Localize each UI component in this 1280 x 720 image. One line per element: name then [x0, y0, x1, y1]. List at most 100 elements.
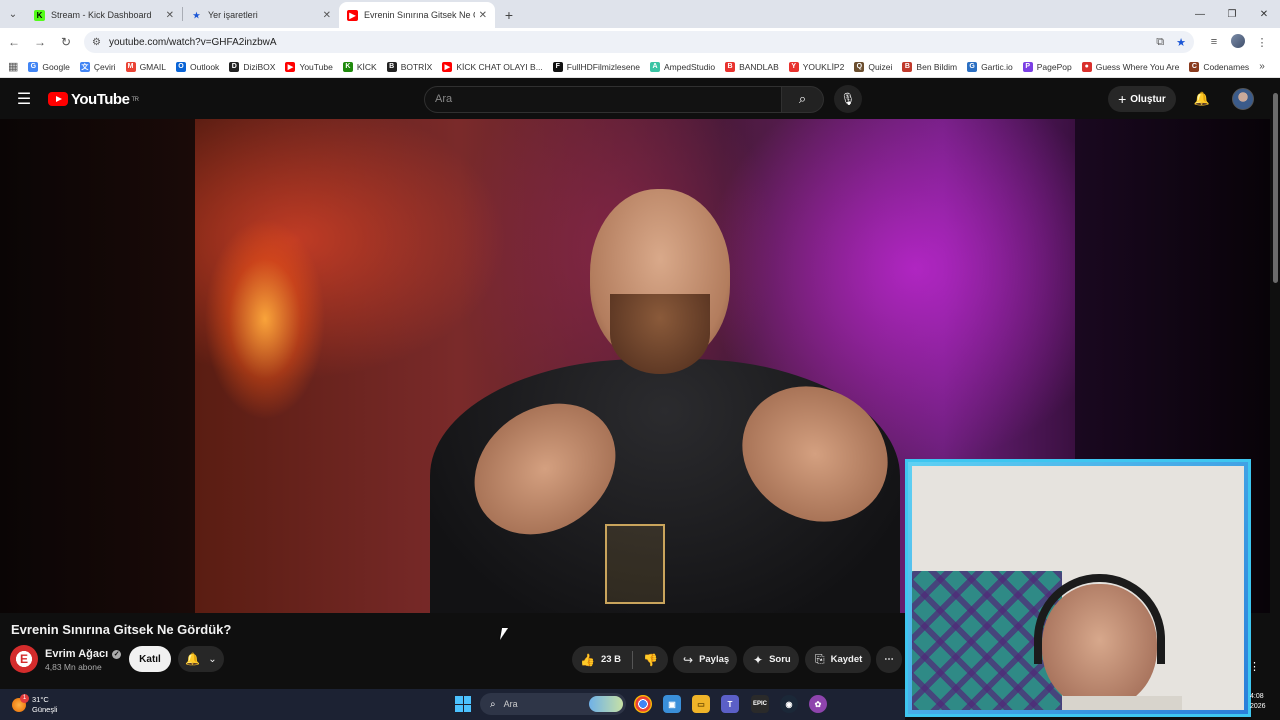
channel-name-wrap[interactable]: Evrim Ağacı ✓ — [45, 648, 122, 660]
bookmark-item[interactable]: ▶ KİCK CHAT OLAYI B... — [442, 61, 543, 72]
restore-icon[interactable]: ❐ — [1216, 0, 1248, 28]
bookmark-item[interactable]: K KİCK — [342, 61, 377, 72]
menu-icon[interactable]: ⋮ — [1250, 36, 1274, 49]
bookmark-label: Gartic.io — [981, 61, 1013, 72]
bookmark-label: YouTube — [299, 61, 333, 72]
logo-text: YouTube — [71, 90, 130, 108]
bookmark-item[interactable]: B Ben Bildim — [902, 61, 958, 72]
apps-icon[interactable]: ▦ — [8, 60, 18, 73]
photos-icon[interactable]: ▣ — [663, 695, 681, 713]
windows-start-icon[interactable] — [455, 696, 471, 712]
more-bookmarks-icon[interactable]: » — [1259, 61, 1265, 72]
hamburger-menu-icon[interactable]: ☰ — [0, 89, 48, 109]
bookmark-label: Ben Bildim — [916, 61, 958, 72]
youtube-logo[interactable]: YouTube TR — [48, 90, 139, 108]
outlook-icon: O — [176, 61, 187, 72]
tab-kick-dashboard[interactable]: K Stream - Kick Dashboard ✕ — [26, 2, 182, 28]
bookmark-item[interactable]: Q Quizei — [854, 61, 892, 72]
bookmark-item[interactable]: M GMAIL — [125, 61, 166, 72]
bookmark-item[interactable]: A AmpedStudio — [650, 61, 715, 72]
save-button[interactable]: ⎘ Kaydet — [805, 646, 871, 673]
teams-icon[interactable]: T — [721, 695, 739, 713]
epic-games-icon[interactable]: EPIC — [751, 695, 769, 713]
file-explorer-icon[interactable]: ▭ — [692, 695, 710, 713]
microphone-icon[interactable]: 🎙 — [834, 85, 862, 113]
clock-time: 4:08 — [1250, 693, 1264, 700]
ask-button[interactable]: ✦ Soru — [743, 646, 799, 673]
bookmark-item[interactable]: 文 Çeviri — [79, 61, 116, 72]
bookmark-item[interactable]: ▶ YouTube — [285, 61, 333, 72]
page-scrollbar[interactable] — [1270, 79, 1280, 689]
bookmark-item[interactable]: B BOTRİX — [386, 61, 432, 72]
shirt-print — [605, 524, 665, 604]
steam-icon[interactable]: ◉ — [780, 695, 798, 713]
reload-icon[interactable]: ↻ — [54, 30, 78, 54]
bookmark-list: G Google 文 Çeviri M GMAIL O Outlook D DiziBOX ▶ You… — [28, 61, 1259, 72]
create-button[interactable]: + Oluştur — [1108, 86, 1176, 112]
close-icon[interactable]: ✕ — [166, 10, 174, 21]
install-app-icon[interactable]: ⧉ — [1156, 36, 1164, 49]
bookmark-item[interactable]: F FullHDFilmizlesene — [552, 61, 640, 72]
tab-search-icon[interactable]: ⌄ — [0, 0, 26, 28]
profile-icon[interactable] — [1226, 33, 1250, 51]
bookmark-item[interactable]: P PagePop — [1022, 61, 1072, 72]
bookmark-item[interactable]: C Codenames — [1189, 61, 1249, 72]
bookmark-label: Google — [42, 61, 70, 72]
bookmark-item[interactable]: B BANDLAB — [725, 61, 779, 72]
close-icon[interactable]: ✕ — [323, 10, 331, 21]
channel-avatar[interactable]: E — [10, 645, 38, 673]
bookmark-label: YOUKLİP2 — [802, 61, 845, 72]
notifications-bell-icon[interactable]: 🔔 — [1194, 91, 1210, 107]
weather-widget[interactable]: 1 31°C Güneşli — [12, 693, 57, 715]
subscription-notification-button[interactable]: 🔔 ⌄ — [178, 646, 224, 672]
address-bar: ← → ↻ ⚙ youtube.com/watch?v=GHFA2inzbwA … — [0, 28, 1280, 56]
close-icon[interactable]: ✕ — [479, 10, 487, 21]
benbildim-icon: B — [902, 61, 913, 72]
app-icon[interactable]: ✿ — [809, 695, 827, 713]
system-clock[interactable]: 4:08 2026 — [1250, 692, 1266, 712]
taskbar-search[interactable]: ⌕ Ara — [480, 693, 626, 715]
user-avatar[interactable] — [1232, 88, 1254, 110]
media-control-icon[interactable]: ≡ — [1202, 36, 1226, 48]
weather-badge: 1 — [20, 693, 29, 703]
search-area: Ara ⌕ 🎙 — [424, 85, 862, 113]
chrome-icon[interactable] — [634, 695, 652, 713]
codenames-icon: C — [1189, 61, 1200, 72]
back-icon[interactable]: ← — [2, 30, 26, 54]
plus-icon: + — [1118, 91, 1127, 107]
dizibox-icon: D — [229, 61, 240, 72]
bookmark-item[interactable]: Y YOUKLİP2 — [788, 61, 845, 72]
toolbar-right: ≡ ⋮ — [1202, 33, 1274, 51]
search-input[interactable]: Ara — [424, 85, 782, 113]
like-button[interactable]: 👍 23 B — [572, 653, 632, 667]
search-icon[interactable]: ⌕ — [782, 85, 824, 113]
scrollbar-thumb[interactable] — [1273, 93, 1278, 283]
bookmark-item[interactable]: ● Guess Where You Are — [1081, 61, 1179, 72]
bookmark-label: DiziBOX — [243, 61, 276, 72]
verified-icon: ✓ — [112, 649, 122, 659]
create-label: Oluştur — [1130, 93, 1166, 105]
like-dislike-group: 👍 23 B 👎 — [572, 646, 668, 673]
new-tab-button[interactable]: + — [495, 2, 523, 28]
tab-bookmarks[interactable]: ★ Yer işaretleri ✕ — [183, 2, 339, 28]
bookmark-item[interactable]: D DiziBOX — [229, 61, 276, 72]
bookmark-item[interactable]: O Outlook — [176, 61, 219, 72]
more-actions-button[interactable]: ⋯ — [876, 646, 902, 673]
close-window-icon[interactable]: ✕ — [1248, 0, 1280, 28]
site-info-icon[interactable]: ⚙ — [92, 37, 101, 48]
dislike-button[interactable]: 👎 — [633, 653, 668, 667]
tab-youtube-video[interactable]: ▶ Evrenin Sınırına Gitsek Ne Gördü ✕ — [339, 2, 495, 28]
bookmark-icon: ⎘ — [815, 652, 825, 666]
forward-icon[interactable]: → — [28, 30, 52, 54]
url-field[interactable]: ⚙ youtube.com/watch?v=GHFA2inzbwA ⧉ ★ — [84, 31, 1194, 53]
join-button[interactable]: Katıl — [129, 646, 171, 672]
tray-overflow-icon[interactable]: ⋮ — [1249, 660, 1260, 673]
bookmark-item[interactable]: G Google — [28, 61, 70, 72]
minimize-icon[interactable]: — — [1184, 0, 1216, 28]
webcam-feed — [912, 466, 1244, 710]
windows-taskbar: 1 31°C Güneşli ⌕ Ara ▣ ▭ T EPIC ◉ ✿ — [0, 689, 905, 720]
share-button[interactable]: ↪ Paylaş — [673, 646, 737, 673]
bookmark-item[interactable]: G Gartic.io — [967, 61, 1013, 72]
translate-icon: 文 — [79, 61, 90, 72]
bookmark-star-icon[interactable]: ★ — [1176, 36, 1186, 49]
